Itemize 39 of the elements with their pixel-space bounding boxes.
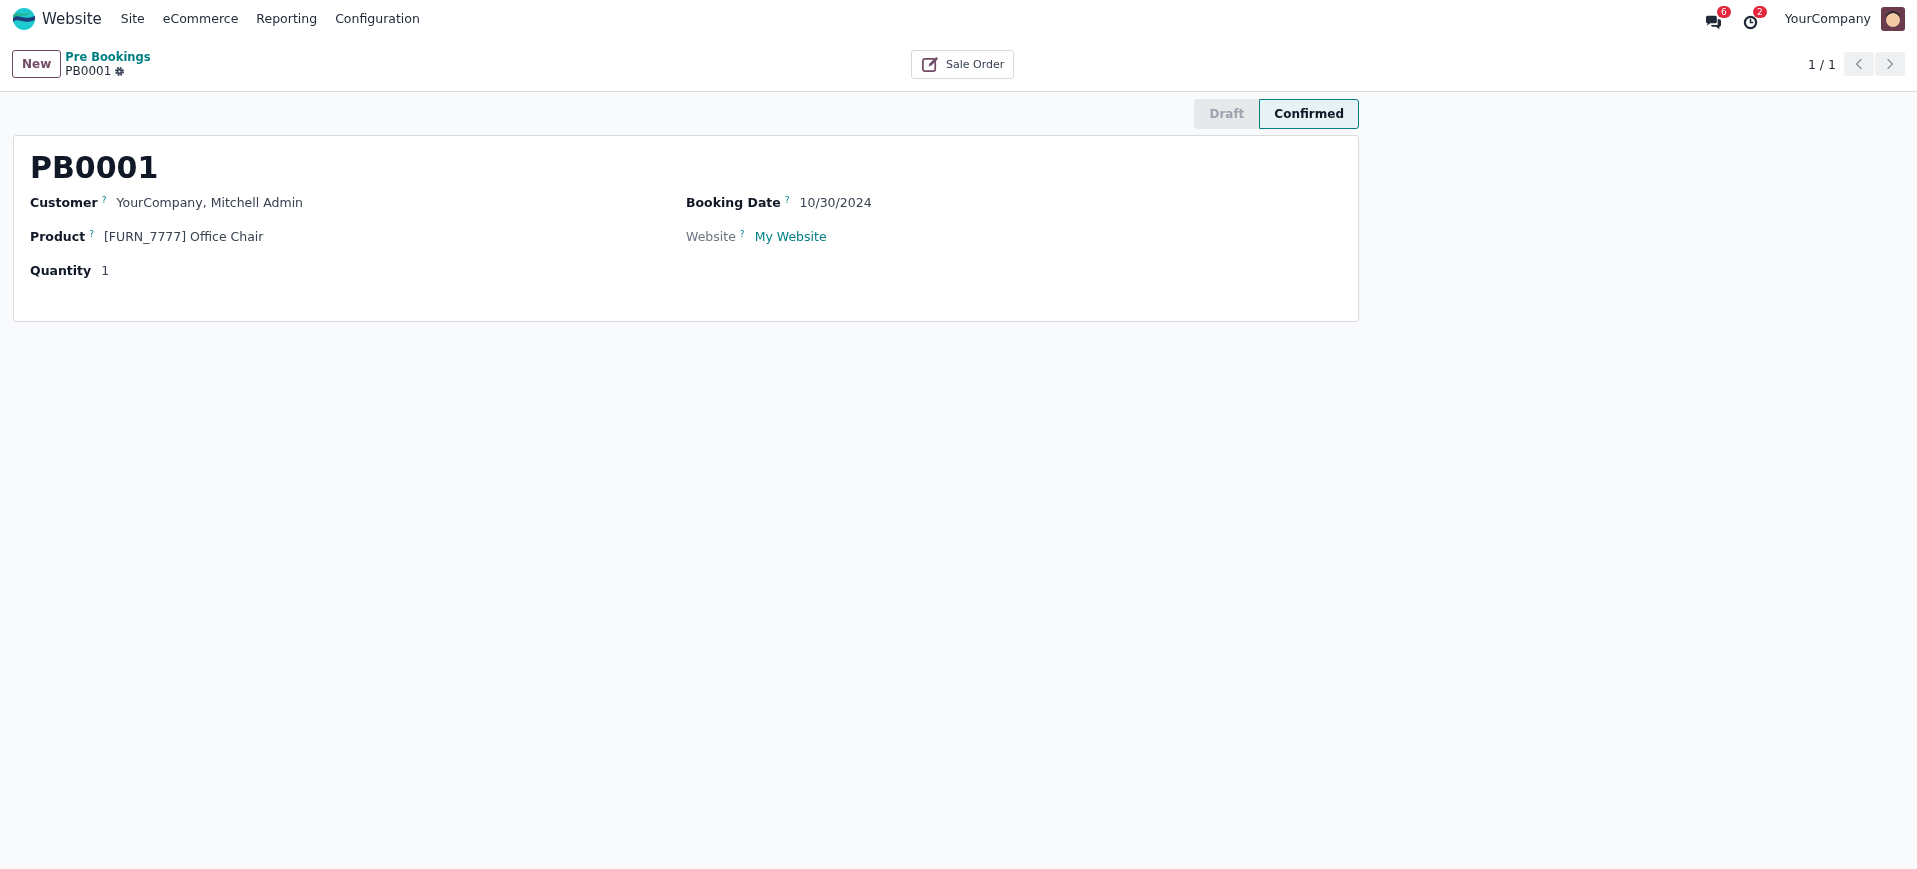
chevron-left-icon <box>1855 58 1863 70</box>
breadcrumb-link[interactable]: Pre Bookings <box>65 50 151 64</box>
settings-icon[interactable] <box>114 65 126 77</box>
messages-button[interactable]: 6 <box>1704 5 1731 32</box>
help-tooltip-marker[interactable]: ? <box>739 229 745 239</box>
field-value-link[interactable]: My Website <box>754 229 827 244</box>
app-logo-icon[interactable] <box>12 6 36 31</box>
field-label: Quantity <box>30 263 92 278</box>
activity-count-badge: 2 <box>1753 5 1767 18</box>
chat-bubbles-icon <box>1704 14 1722 30</box>
help-tooltip-marker[interactable]: ? <box>101 195 107 205</box>
clock-icon <box>1742 14 1758 30</box>
record-name: PB0001 <box>65 64 112 78</box>
menu-item[interactable]: eCommerce <box>153 11 248 26</box>
pager-value: 1 / 1 <box>1807 56 1836 72</box>
edit-icon <box>921 54 940 74</box>
field-value: 1 <box>101 263 110 278</box>
menu-item[interactable]: Site <box>111 11 154 26</box>
status-stage[interactable]: Confirmed <box>1259 99 1359 129</box>
record-title: PB0001 <box>30 150 160 185</box>
field-label: Website <box>686 229 736 244</box>
field-value: YourCompany, Mitchell Admin <box>116 195 304 210</box>
help-tooltip-marker[interactable]: ? <box>784 195 790 205</box>
user-avatar-icon[interactable] <box>1881 6 1905 31</box>
field-value: [FURN_7777] Office Chair <box>103 229 264 244</box>
app-name[interactable]: Website <box>42 9 102 28</box>
field-label: Customer <box>30 195 98 210</box>
field-value: 10/30/2024 <box>799 195 872 210</box>
company-name[interactable]: YourCompany <box>1784 11 1871 26</box>
message-count-badge: 6 <box>1717 5 1731 18</box>
menu-item[interactable]: Reporting <box>247 11 327 26</box>
field-label: Booking Date <box>686 195 781 210</box>
sale-order-button[interactable]: Sale Order <box>911 49 1015 79</box>
chevron-right-icon <box>1886 58 1894 70</box>
new-button[interactable]: New <box>12 50 62 78</box>
help-tooltip-marker[interactable]: ? <box>89 229 94 239</box>
field-label: Product <box>30 229 86 244</box>
menu-item[interactable]: Configuration <box>326 11 429 26</box>
activities-button[interactable]: 2 <box>1742 5 1767 32</box>
